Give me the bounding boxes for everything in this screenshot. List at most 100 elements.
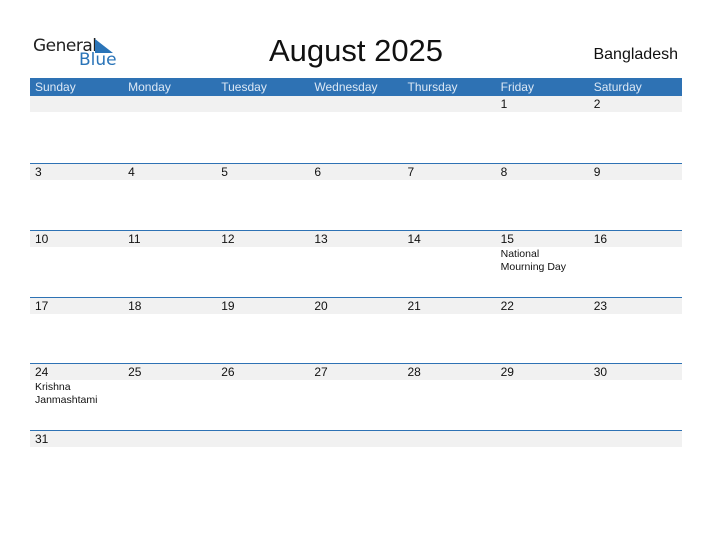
day-number: 27	[309, 364, 403, 380]
day-number: 4	[123, 164, 217, 180]
day-number	[123, 96, 217, 112]
day-number: 25	[123, 364, 217, 380]
day-number	[588, 431, 682, 447]
day-cell: 1	[495, 96, 589, 163]
day-number: 18	[123, 298, 217, 314]
day-number: 12	[216, 231, 310, 247]
day-number	[216, 96, 310, 112]
day-cell: 11	[123, 231, 217, 298]
day-number: 2	[588, 96, 682, 112]
day-cell: 17	[30, 298, 124, 365]
day-number: 26	[216, 364, 310, 380]
day-number: 17	[30, 298, 124, 314]
day-number: 8	[495, 164, 589, 180]
day-number: 11	[123, 231, 217, 247]
day-number: 31	[30, 431, 124, 447]
week-row: 31	[30, 430, 682, 498]
day-cell: 31	[30, 431, 124, 498]
weekday-saturday: Saturday	[593, 80, 642, 94]
weekday-monday: Monday	[128, 80, 171, 94]
day-cell	[588, 431, 682, 498]
day-number	[30, 96, 124, 112]
weekday-sunday: Sunday	[35, 80, 76, 94]
day-cell: 4	[123, 164, 217, 231]
day-number: 22	[495, 298, 589, 314]
day-cell: 15 National Mourning Day	[495, 231, 589, 298]
day-cell: 23	[588, 298, 682, 365]
day-cell: 27	[309, 364, 403, 431]
day-number	[216, 431, 310, 447]
day-number: 15	[495, 231, 589, 247]
weekday-friday: Friday	[500, 80, 534, 94]
day-number: 28	[402, 364, 496, 380]
week-row: 3456789	[30, 163, 682, 231]
day-cell	[402, 431, 496, 498]
day-cell	[402, 96, 496, 163]
day-cell: 21	[402, 298, 496, 365]
country-label: Bangladesh	[593, 46, 678, 63]
day-number: 6	[309, 164, 403, 180]
day-cell	[216, 431, 310, 498]
week-row: 24 Krishna Janmashtami 25 26 27 28 29 30	[30, 363, 682, 431]
day-cell: 24 Krishna Janmashtami	[30, 364, 124, 431]
holiday-label: National Mourning Day	[500, 248, 566, 273]
day-cell	[309, 431, 403, 498]
day-cell	[216, 96, 310, 163]
day-number	[309, 96, 403, 112]
day-number: 13	[309, 231, 403, 247]
weekday-thursday: Thursday	[407, 80, 458, 94]
holiday-label: Krishna Janmashtami	[35, 381, 98, 406]
day-cell	[495, 431, 589, 498]
week-row: 10 11 12 13 14 15 National Mourning Day 16	[30, 230, 682, 298]
day-number: 24	[30, 364, 124, 380]
day-number	[309, 431, 403, 447]
day-cell: 16	[588, 231, 682, 298]
day-number: 5	[216, 164, 310, 180]
day-cell	[123, 431, 217, 498]
day-number: 16	[588, 231, 682, 247]
day-cell: 7	[402, 164, 496, 231]
day-number	[402, 431, 496, 447]
day-cell: 6	[309, 164, 403, 231]
day-cell: 28	[402, 364, 496, 431]
day-cell: 22	[495, 298, 589, 365]
day-cell: 26	[216, 364, 310, 431]
day-cell: 18	[123, 298, 217, 365]
day-number	[495, 431, 589, 447]
day-number: 1	[495, 96, 589, 112]
day-cell: 2	[588, 96, 682, 163]
day-cell: 19	[216, 298, 310, 365]
day-number: 10	[30, 231, 124, 247]
day-number: 14	[402, 231, 496, 247]
day-number	[402, 96, 496, 112]
day-cell	[30, 96, 124, 163]
day-number	[123, 431, 217, 447]
weekday-header: Sunday Monday Tuesday Wednesday Thursday Frid…	[30, 78, 682, 96]
day-number: 19	[216, 298, 310, 314]
weekday-wednesday: Wednesday	[314, 80, 378, 94]
day-cell: 10	[30, 231, 124, 298]
day-cell: 5	[216, 164, 310, 231]
day-cell: 13	[309, 231, 403, 298]
day-number: 9	[588, 164, 682, 180]
day-cell: 3	[30, 164, 124, 231]
day-cell	[309, 96, 403, 163]
weekday-tuesday: Tuesday	[221, 80, 267, 94]
day-number: 30	[588, 364, 682, 380]
week-row: 12	[30, 96, 682, 163]
day-cell: 9	[588, 164, 682, 231]
day-cell: 12	[216, 231, 310, 298]
day-cell: 29	[495, 364, 589, 431]
day-number: 21	[402, 298, 496, 314]
day-number: 23	[588, 298, 682, 314]
day-number: 7	[402, 164, 496, 180]
day-cell: 8	[495, 164, 589, 231]
day-cell: 25	[123, 364, 217, 431]
day-cell: 14	[402, 231, 496, 298]
day-cell: 30	[588, 364, 682, 431]
day-number: 29	[495, 364, 589, 380]
day-cell	[123, 96, 217, 163]
day-number: 3	[30, 164, 124, 180]
day-cell: 20	[309, 298, 403, 365]
day-number: 20	[309, 298, 403, 314]
